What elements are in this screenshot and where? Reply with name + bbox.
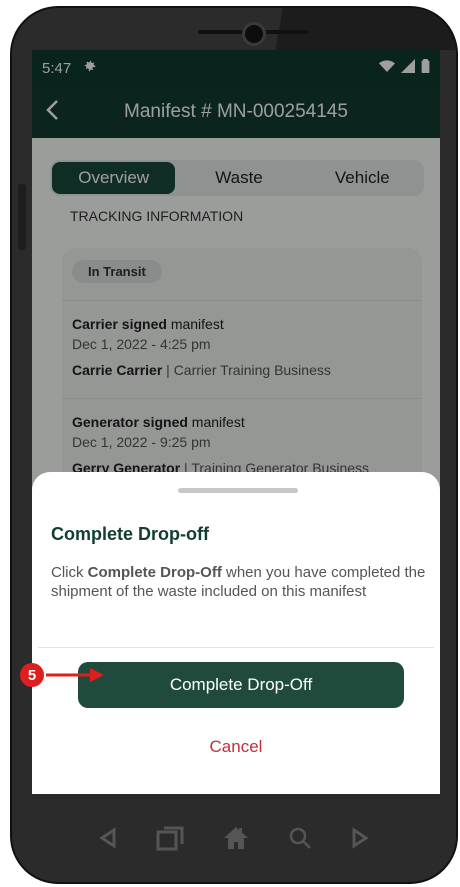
nav-forward-icon[interactable]	[350, 826, 370, 854]
complete-drop-off-button[interactable]: Complete Drop-Off	[78, 662, 404, 708]
nav-home-icon[interactable]	[222, 825, 250, 856]
callout-arrow-icon	[46, 668, 104, 682]
step-callout: 5	[20, 663, 44, 687]
top-bezel	[12, 8, 456, 50]
nav-back-icon[interactable]	[98, 826, 118, 854]
nav-search-icon[interactable]	[288, 826, 312, 855]
front-camera	[242, 22, 266, 46]
phone-frame: 5:47 Manifest # MN-000254145 Overview Wa…	[10, 6, 458, 884]
cancel-button[interactable]: Cancel	[32, 737, 440, 757]
nav-recents-icon[interactable]	[156, 825, 184, 856]
side-button	[18, 184, 26, 250]
drag-handle[interactable]	[178, 488, 298, 493]
sheet-title: Complete Drop-off	[51, 524, 209, 544]
bottom-sheet: Complete Drop-off Click Complete Drop-Of…	[32, 472, 440, 794]
system-nav-bar	[12, 794, 456, 882]
sheet-divider	[38, 647, 434, 648]
sheet-description: Click Complete Drop-Off when you have co…	[51, 564, 426, 600]
